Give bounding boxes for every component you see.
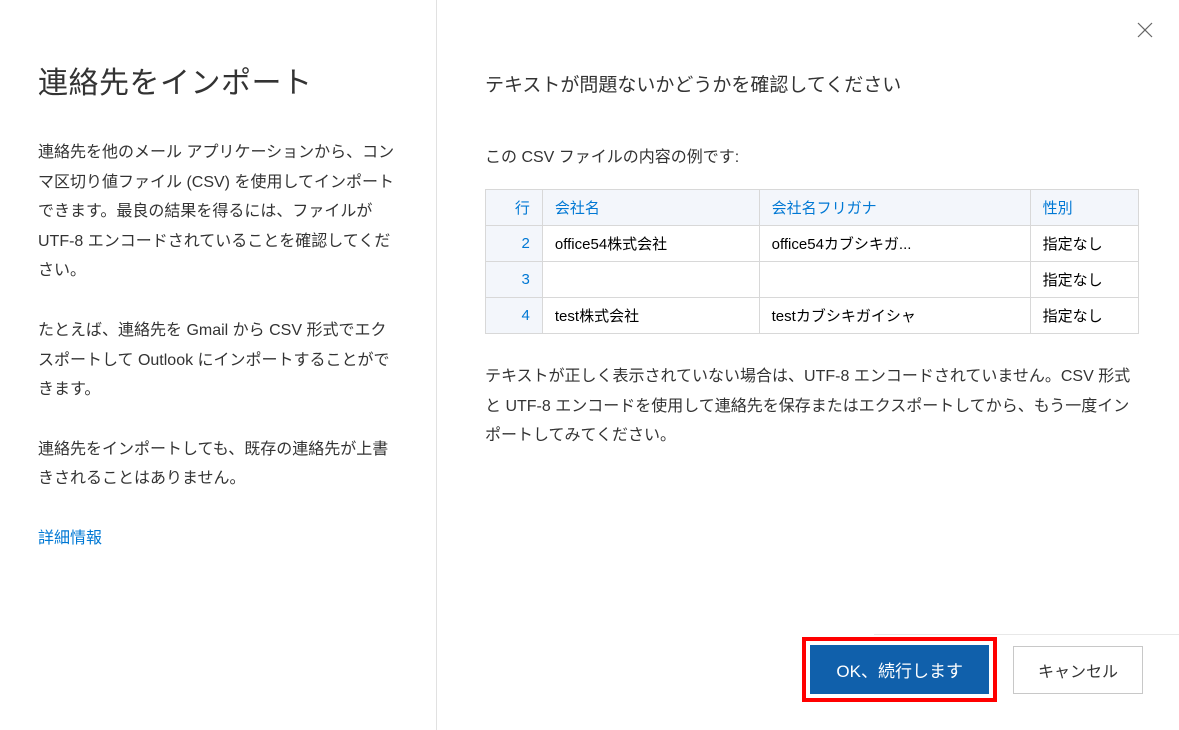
footer-divider	[874, 634, 1179, 635]
cell-furigana: testカブシキガイシャ	[759, 298, 1030, 334]
table-row: 3 指定なし	[486, 262, 1139, 298]
encoding-note: テキストが正しく表示されていない場合は、UTF-8 エンコードされていません。C…	[485, 362, 1139, 451]
cell-furigana: office54カブシキガ...	[759, 226, 1030, 262]
right-content-panel: テキストが問題ないかどうかを確認してください この CSV ファイルの内容の例で…	[437, 0, 1179, 730]
header-row-num: 行	[486, 190, 543, 226]
cell-company	[542, 262, 759, 298]
cancel-button[interactable]: キャンセル	[1013, 646, 1143, 694]
ok-button-highlight: OK、続行します	[802, 637, 997, 702]
cell-company: test株式会社	[542, 298, 759, 334]
ok-continue-button[interactable]: OK、続行します	[810, 645, 989, 694]
csv-example-label: この CSV ファイルの内容の例です:	[485, 143, 1139, 167]
table-row: 2 office54株式会社 office54カブシキガ... 指定なし	[486, 226, 1139, 262]
header-furigana: 会社名フリガナ	[759, 190, 1030, 226]
header-company: 会社名	[542, 190, 759, 226]
cell-company: office54株式会社	[542, 226, 759, 262]
intro-paragraph-3: 連絡先をインポートしても、既存の連絡先が上書きされることはありません。	[38, 435, 398, 494]
table-row: 4 test株式会社 testカブシキガイシャ 指定なし	[486, 298, 1139, 334]
button-bar: OK、続行します キャンセル	[802, 637, 1143, 702]
cell-furigana	[759, 262, 1030, 298]
intro-paragraph-1: 連絡先を他のメール アプリケーションから、コンマ区切り値ファイル (CSV) を…	[38, 138, 398, 286]
verify-text-heading: テキストが問題ないかどうかを確認してください	[485, 70, 1139, 97]
dialog-title: 連絡先をインポート	[38, 58, 398, 102]
left-info-panel: 連絡先をインポート 連絡先を他のメール アプリケーションから、コンマ区切り値ファ…	[0, 0, 437, 730]
more-info-link[interactable]: 詳細情報	[38, 530, 102, 547]
header-gender: 性別	[1030, 190, 1138, 226]
import-contacts-dialog: 連絡先をインポート 連絡先を他のメール アプリケーションから、コンマ区切り値ファ…	[0, 0, 1179, 730]
cell-gender: 指定なし	[1030, 226, 1138, 262]
intro-paragraph-2: たとえば、連絡先を Gmail から CSV 形式でエクスポートして Outlo…	[38, 316, 398, 405]
cell-gender: 指定なし	[1030, 262, 1138, 298]
csv-preview-table: 行 会社名 会社名フリガナ 性別 2 office54株式会社 office54…	[485, 189, 1139, 334]
cell-gender: 指定なし	[1030, 298, 1138, 334]
table-header-row: 行 会社名 会社名フリガナ 性別	[486, 190, 1139, 226]
cell-row-num: 3	[486, 262, 543, 298]
close-button[interactable]	[1133, 18, 1157, 42]
cell-row-num: 2	[486, 226, 543, 262]
close-icon	[1137, 22, 1153, 38]
cell-row-num: 4	[486, 298, 543, 334]
